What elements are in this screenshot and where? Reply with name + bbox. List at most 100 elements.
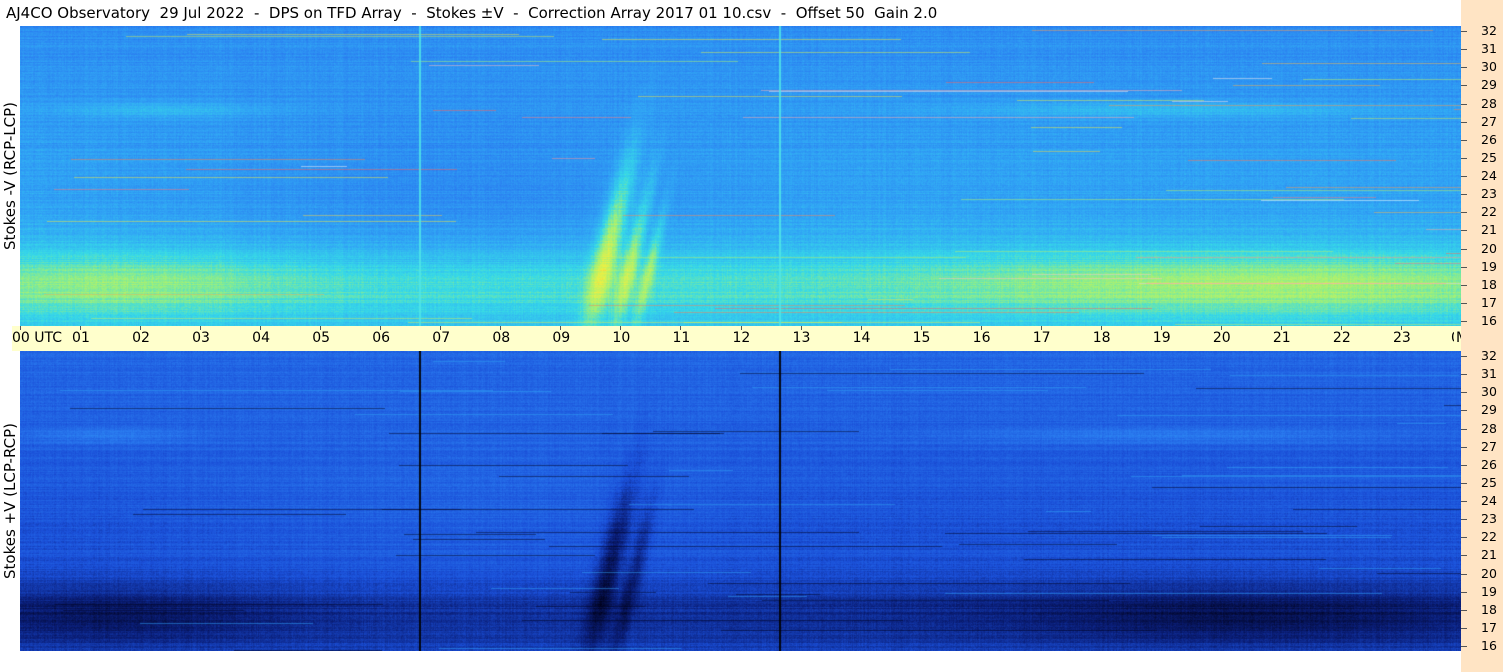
- title-bar: AJ4CO Observatory 29 Jul 2022 - DPS on T…: [0, 0, 1461, 27]
- frequency-axis: 32 31 30 29 28 27 26 25 24 23 22 21 20 19 18 17 16 32 31 30…: [1461, 0, 1503, 672]
- top-spectrogram-canvas: [20, 26, 1461, 326]
- frequency-tick-mark: [1461, 646, 1467, 647]
- frequency-tick-mark: [1461, 356, 1467, 357]
- time-tick-mark: [1340, 326, 1342, 330]
- time-tick-label: 02: [132, 330, 150, 346]
- frequency-tick-label: 29: [1481, 402, 1497, 418]
- frequency-tick-mark: [1461, 501, 1467, 502]
- frequency-tick-mark: [1461, 555, 1467, 557]
- time-tick-label: 10: [612, 330, 631, 346]
- frequency-tick-label: 17: [1481, 294, 1497, 310]
- frequency-tick-label: 31: [1481, 41, 1497, 57]
- frequency-tick-label: 26: [1481, 456, 1497, 472]
- top-panel-ylabel-text: Stokes -V (RCP-LCP): [1, 102, 19, 250]
- frequency-tick-label: 30: [1481, 59, 1497, 75]
- time-tick-label: 11: [672, 330, 691, 346]
- time-tick-mark: [80, 326, 82, 330]
- frequency-tick-label: 24: [1481, 168, 1497, 183]
- top-panel-ylabel: Stokes -V (RCP-LCP): [0, 26, 20, 326]
- frequency-tick-mark: [1461, 248, 1467, 250]
- time-tick-label: 13: [792, 330, 811, 346]
- frequency-tick-mark: [1461, 446, 1467, 448]
- frequency-tick-mark: [1461, 176, 1467, 177]
- frequency-tick-mark: [1461, 157, 1467, 159]
- time-tick-label: 03: [192, 330, 210, 346]
- time-tick-label: 23: [1392, 330, 1411, 346]
- frequency-tick-mark: [1461, 627, 1467, 629]
- frequency-tick-mark: [1461, 49, 1467, 51]
- frequency-tick-mark: [1461, 139, 1467, 141]
- time-tick-mark: [1100, 326, 1102, 330]
- frequency-tick-label: 23: [1481, 186, 1497, 202]
- time-tick-label: 19: [1152, 330, 1171, 346]
- time-tick-mark: [740, 326, 742, 330]
- time-tick-mark: [1220, 326, 1222, 330]
- frequency-tick-label: 18: [1481, 276, 1497, 292]
- time-tick-mark: [140, 326, 142, 330]
- time-tick-mark: [440, 326, 442, 330]
- frequency-tick-label: 19: [1481, 258, 1497, 274]
- frequency-tick-label: 21: [1481, 222, 1497, 238]
- frequency-tick-label: 23: [1481, 511, 1497, 527]
- frequency-tick-label: 16: [1481, 638, 1497, 653]
- frequency-tick-mark: [1461, 519, 1467, 521]
- frequency-tick-label: 27: [1481, 438, 1497, 454]
- chart-title: AJ4CO Observatory 29 Jul 2022 - DPS on T…: [6, 4, 938, 22]
- time-tick-label: 09: [552, 330, 571, 346]
- frequency-tick-label: 26: [1481, 131, 1497, 147]
- frequency-tick-mark: [1461, 302, 1467, 304]
- time-tick-mark: [1040, 326, 1042, 330]
- frequency-tick-mark: [1461, 537, 1467, 539]
- bottom-spectrogram-canvas: [20, 351, 1461, 651]
- frequency-tick-label: 32: [1481, 23, 1497, 38]
- time-tick-mark: [800, 326, 802, 330]
- frequency-tick-label: 28: [1481, 95, 1497, 111]
- time-tick-mark: [1400, 326, 1402, 330]
- time-tick-mark: [620, 326, 622, 330]
- time-tick-mark: [20, 326, 21, 330]
- frequency-tick-label: 32: [1481, 348, 1497, 363]
- frequency-tick-label: 19: [1481, 583, 1497, 599]
- frequency-tick-label: 24: [1481, 493, 1497, 508]
- frequency-tick-label: 22: [1481, 204, 1497, 220]
- frequency-tick-mark: [1461, 121, 1467, 123]
- bottom-spectrogram-panel: [20, 351, 1461, 651]
- frequency-tick-mark: [1461, 194, 1467, 196]
- time-tick-label: 12: [732, 330, 751, 346]
- time-tick-label: 05: [312, 330, 331, 346]
- time-axis: 00 UTC 01 02 03 04 05 06 07 08 09 10 11 12 13 14 15 16 17…: [12, 326, 1469, 351]
- frequency-tick-label: 22: [1481, 529, 1497, 545]
- frequency-tick-label: 18: [1481, 601, 1497, 617]
- frequency-tick-label: 30: [1481, 384, 1497, 400]
- frequency-tick-label: 25: [1481, 474, 1497, 490]
- time-tick-mark: [1160, 326, 1162, 330]
- time-tick-label: 07: [432, 330, 451, 346]
- frequency-tick-mark: [1461, 573, 1467, 575]
- frequency-tick-mark: [1461, 392, 1467, 394]
- time-tick-mark: [1280, 326, 1282, 330]
- frequency-tick-mark: [1461, 230, 1467, 232]
- frequency-tick-mark: [1461, 67, 1467, 69]
- frequency-tick-mark: [1461, 321, 1467, 322]
- time-tick-mark: [980, 326, 982, 330]
- frequency-tick-label: 17: [1481, 619, 1497, 635]
- frequency-tick-mark: [1461, 103, 1467, 105]
- time-tick-mark: [260, 326, 262, 330]
- time-tick-mark: [320, 326, 322, 330]
- time-tick-label: 15: [912, 330, 931, 346]
- time-tick-mark: [200, 326, 202, 330]
- time-tick-mark: [560, 326, 562, 330]
- frequency-tick-label: 25: [1481, 149, 1497, 165]
- frequency-tick-mark: [1461, 212, 1467, 214]
- frequency-tick-mark: [1461, 284, 1467, 286]
- frequency-tick-label: 20: [1481, 565, 1497, 581]
- bottom-panel-ylabel: Stokes +V (LCP-RCP): [0, 351, 20, 651]
- frequency-tick-label: 16: [1481, 313, 1497, 328]
- time-tick-label: 06: [372, 330, 391, 346]
- time-tick-label: 08: [492, 330, 511, 346]
- time-tick-label: 17: [1032, 330, 1051, 346]
- frequency-tick-mark: [1461, 31, 1467, 32]
- time-tick-label: 00 UTC: [12, 330, 63, 346]
- frequency-tick-mark: [1461, 609, 1467, 611]
- frequency-tick-label: 27: [1481, 113, 1497, 129]
